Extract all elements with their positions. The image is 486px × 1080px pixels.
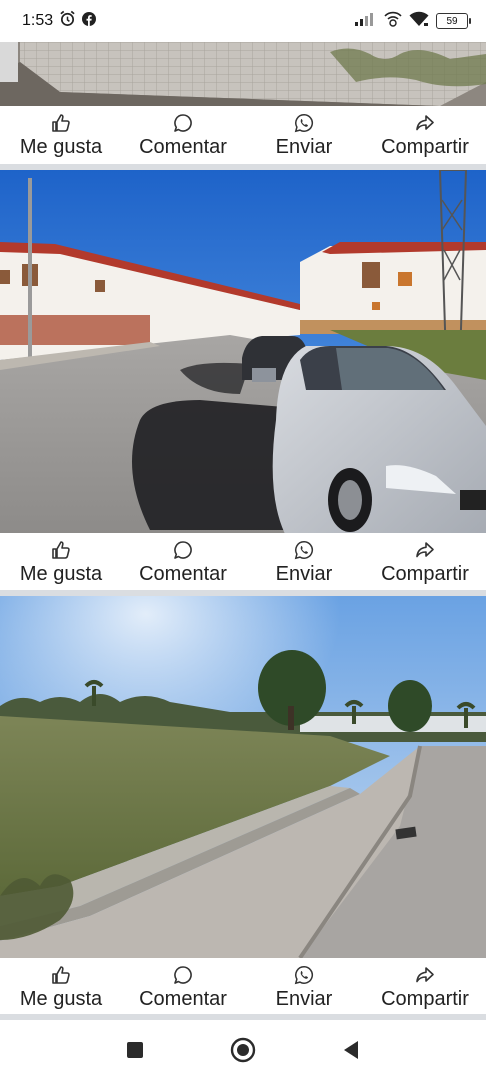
wifi-icon [409,11,429,32]
comment-button[interactable]: Comentar [128,533,238,591]
like-label: Me gusta [19,988,103,1010]
send-label: Enviar [275,563,333,585]
send-button[interactable]: Enviar [266,958,342,1016]
share-button[interactable]: Compartir [370,533,480,591]
share-label: Compartir [381,563,469,585]
comment-icon [174,966,192,984]
post-actions-1: Me gusta Comentar Enviar Compartir [0,106,486,164]
send-label: Enviar [275,136,333,158]
alarm-icon [59,10,76,32]
post-photo-3[interactable] [0,596,486,958]
like-label: Me gusta [19,563,103,585]
like-button[interactable]: Me gusta [10,106,112,164]
back-icon[interactable] [338,1037,364,1063]
comment-icon [174,114,192,132]
send-button[interactable]: Enviar [266,533,342,591]
comment-label: Comentar [139,563,227,585]
share-label: Compartir [381,136,469,158]
thumbs-up-icon [52,966,70,984]
like-button[interactable]: Me gusta [10,533,112,591]
share-button[interactable]: Compartir [370,106,480,164]
home-icon[interactable] [230,1037,256,1063]
comment-icon [174,541,192,559]
recent-apps-icon[interactable] [122,1037,148,1063]
facebook-icon [82,11,97,31]
comment-button[interactable]: Comentar [128,106,238,164]
comment-button[interactable]: Comentar [128,958,238,1016]
system-nav-bar [0,1020,486,1080]
share-icon [416,542,434,558]
share-icon [416,115,434,131]
signal-icon [355,12,377,31]
thumbs-up-icon [52,114,70,132]
status-time: 1:53 [22,12,54,29]
status-bar: 1:53 59 [0,0,486,42]
thumbs-up-icon [52,541,70,559]
comment-label: Comentar [139,136,227,158]
post-photo-1[interactable] [0,42,486,106]
share-button[interactable]: Compartir [370,958,480,1016]
battery-level: 59 [446,15,458,27]
post-photo-2[interactable] [0,170,486,533]
share-icon [416,967,434,983]
send-label: Enviar [275,988,333,1010]
post-actions-3: Me gusta Comentar Enviar Compartir [0,958,486,1016]
post-actions-2: Me gusta Comentar Enviar Compartir [0,533,486,591]
wifi-calling-icon [384,11,402,32]
whatsapp-icon [294,966,313,985]
whatsapp-icon [294,541,313,560]
share-label: Compartir [381,988,469,1010]
like-label: Me gusta [19,136,103,158]
whatsapp-icon [294,114,313,133]
send-button[interactable]: Enviar [266,106,342,164]
battery-icon: 59 [436,13,471,29]
like-button[interactable]: Me gusta [10,958,112,1016]
comment-label: Comentar [139,988,227,1010]
